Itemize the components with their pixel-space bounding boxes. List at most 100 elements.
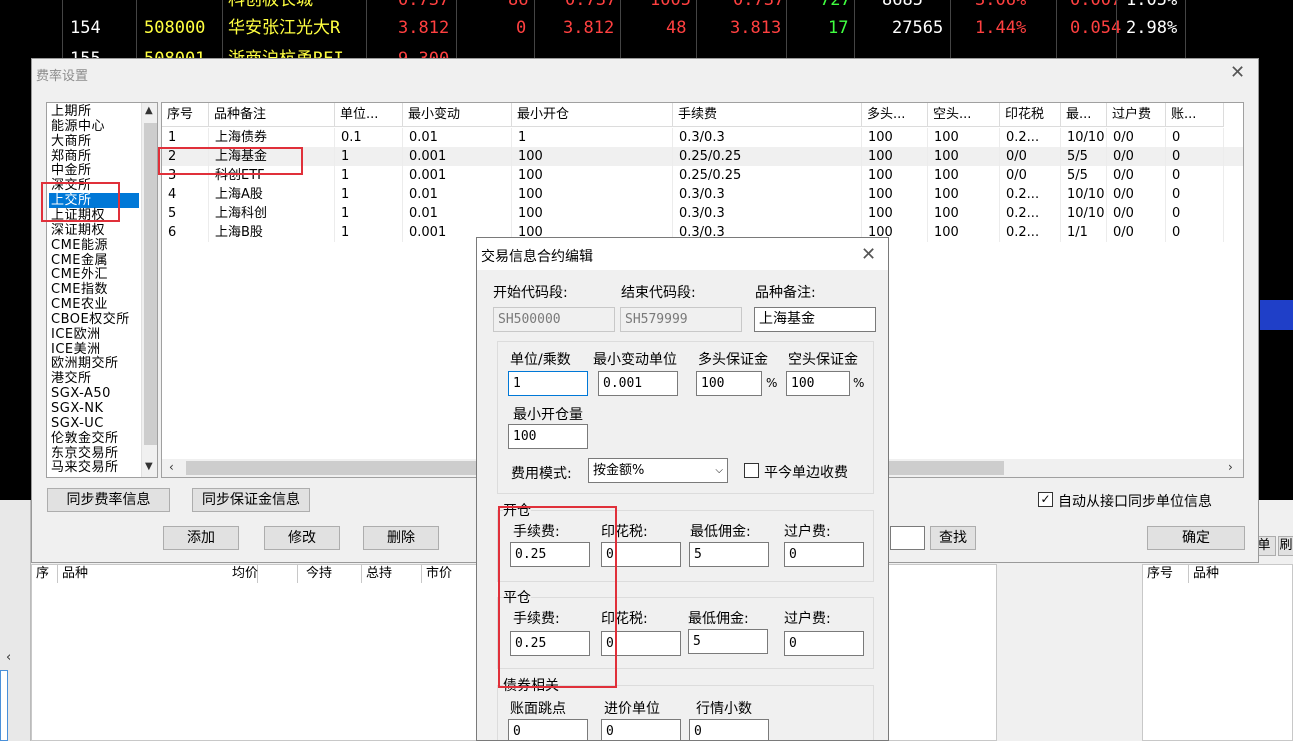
table-cell: 0.2... bbox=[1000, 223, 1061, 242]
table-cell: 0 bbox=[1166, 166, 1224, 185]
exchange-item[interactable]: 上交所 bbox=[49, 193, 139, 209]
min-tick-field[interactable]: 0.001 bbox=[598, 371, 678, 396]
column-header[interactable]: 均价 bbox=[228, 565, 298, 583]
exchange-item[interactable]: 深交所 bbox=[51, 178, 92, 193]
exchange-item[interactable]: 东京交易所 bbox=[51, 446, 119, 461]
exchange-item[interactable]: 中金所 bbox=[51, 163, 92, 178]
close-icon[interactable]: ✕ bbox=[861, 246, 876, 264]
open-fee-field[interactable]: 0.25 bbox=[510, 542, 590, 567]
exchange-item[interactable]: CME能源 bbox=[51, 238, 108, 253]
refresh-button[interactable]: 刷 bbox=[1278, 536, 1293, 556]
scroll-down-icon[interactable]: ▼ bbox=[145, 461, 153, 472]
end-code-field[interactable]: SH579999 bbox=[620, 307, 742, 332]
column-header[interactable]: 今持 bbox=[302, 565, 362, 583]
list-scrollbar[interactable]: ▲ ▼ bbox=[141, 103, 157, 477]
close-icon[interactable]: ✕ bbox=[1230, 64, 1245, 82]
grid-line bbox=[696, 0, 697, 60]
column-header[interactable]: 最... bbox=[1061, 103, 1107, 127]
min-open-field[interactable]: 100 bbox=[508, 424, 588, 449]
close-today-label: 平今单边收费 bbox=[764, 465, 848, 481]
close-fee-field[interactable]: 0.25 bbox=[510, 631, 590, 656]
exchange-list[interactable]: 上期所 能源中心 大商所 郑商所 中金所 深交所 上交所 上证期权 深证期权 CME能源 CME金属… bbox=[46, 102, 158, 478]
column-header[interactable]: 序 bbox=[32, 565, 58, 583]
add-button[interactable]: 添加 bbox=[163, 526, 239, 550]
exchange-item[interactable]: SGX-A50 bbox=[51, 386, 111, 401]
exchange-item[interactable]: 上证期权 bbox=[51, 208, 105, 223]
start-code-field[interactable]: SH500000 bbox=[493, 307, 615, 332]
exchange-item[interactable]: SGX-UC bbox=[51, 416, 104, 431]
sync-margin-button[interactable]: 同步保证金信息 bbox=[192, 488, 310, 512]
delete-button[interactable]: 删除 bbox=[363, 526, 439, 550]
exchange-item[interactable]: 港交所 bbox=[51, 371, 92, 386]
scroll-left-icon[interactable]: ‹ bbox=[169, 460, 174, 474]
exchange-item[interactable]: SGX-NK bbox=[51, 401, 104, 416]
column-header[interactable]: 总持 bbox=[362, 565, 422, 583]
quote-decimals-field[interactable]: 0 bbox=[689, 719, 769, 740]
exchange-item[interactable]: CME金属 bbox=[51, 253, 108, 268]
close-today-checkbox[interactable] bbox=[744, 463, 759, 478]
face-tick-field[interactable]: 0 bbox=[508, 719, 588, 740]
sync-fee-button[interactable]: 同步费率信息 bbox=[47, 488, 170, 512]
column-header[interactable]: 账... bbox=[1166, 103, 1224, 127]
column-header[interactable]: 手续费 bbox=[673, 103, 862, 127]
table-cell: 0.1 bbox=[335, 128, 403, 147]
exchange-item[interactable]: 伦敦金交所 bbox=[51, 431, 119, 446]
column-header[interactable]: 品种 bbox=[1189, 565, 1293, 583]
exchange-item[interactable]: 大商所 bbox=[51, 134, 92, 149]
exchange-item[interactable]: 上期所 bbox=[51, 104, 92, 119]
close-stamp-field[interactable]: 0 bbox=[601, 631, 681, 656]
close-min-comm-field[interactable]: 5 bbox=[688, 629, 768, 654]
column-header[interactable]: 序号 bbox=[1143, 565, 1189, 583]
modify-button[interactable]: 修改 bbox=[264, 526, 340, 550]
find-button[interactable]: 查找 bbox=[930, 526, 976, 550]
short-margin-field[interactable]: 100 bbox=[786, 371, 850, 396]
search-input[interactable] bbox=[890, 526, 925, 550]
column-header[interactable]: 市价 bbox=[422, 565, 478, 583]
column-header[interactable]: 最小变动 bbox=[403, 103, 512, 127]
unit-field[interactable]: 1 bbox=[508, 371, 588, 396]
auto-sync-checkbox[interactable]: ✓ bbox=[1038, 492, 1053, 507]
quote-row[interactable]: 154 508000 华安张江光大R 3.812 0 3.812 48 3.81… bbox=[0, 14, 1293, 43]
long-margin-field[interactable]: 100 bbox=[696, 371, 762, 396]
column-header[interactable]: 单位... bbox=[335, 103, 403, 127]
exchange-item[interactable]: CME指数 bbox=[51, 282, 108, 297]
open-min-comm-field[interactable]: 5 bbox=[689, 542, 769, 567]
column-header[interactable]: 序号 bbox=[162, 103, 209, 127]
exchange-item[interactable]: CME外汇 bbox=[51, 267, 108, 282]
table-row[interactable]: 1 上海债券 0.1 0.01 1 0.3/0.3 100 100 0.2... 10/10 0/0… bbox=[162, 128, 1243, 147]
column-header[interactable]: 过户费 bbox=[1107, 103, 1166, 127]
table-cell: 1 bbox=[335, 147, 403, 166]
exchange-item[interactable]: ICE美洲 bbox=[51, 342, 101, 357]
table-row[interactable]: 2 上海基金 1 0.001 100 0.25/0.25 100 100 0/0 5/5 0/0 0 bbox=[162, 147, 1243, 166]
column-header[interactable]: 多头... bbox=[862, 103, 928, 127]
exchange-item[interactable]: ICE欧洲 bbox=[51, 327, 101, 342]
open-transfer-field[interactable]: 0 bbox=[784, 542, 864, 567]
column-header[interactable]: 空头... bbox=[928, 103, 1000, 127]
column-header[interactable]: 印花税 bbox=[1000, 103, 1061, 127]
scroll-up-icon[interactable]: ▲ bbox=[145, 105, 153, 116]
exchange-item[interactable]: 深证期权 bbox=[51, 223, 105, 238]
exchange-item[interactable]: 能源中心 bbox=[51, 119, 105, 134]
exchange-item[interactable]: 马来交易所 bbox=[51, 460, 119, 475]
remark-field[interactable]: 上海基金 bbox=[754, 307, 876, 332]
table-row[interactable]: 4 上海A股 1 0.01 100 0.3/0.3 100 100 0.2... 10/10 0/0… bbox=[162, 185, 1243, 204]
exchange-item[interactable]: CBOE权交所 bbox=[51, 312, 130, 327]
exchange-item[interactable]: CME农业 bbox=[51, 297, 108, 312]
side-tab[interactable] bbox=[0, 670, 8, 741]
scroll-right-icon[interactable]: › bbox=[1228, 460, 1233, 474]
collapse-arrow-icon[interactable]: ‹ bbox=[6, 650, 11, 665]
open-stamp-field[interactable]: 0 bbox=[601, 542, 681, 567]
exchange-item[interactable]: 郑商所 bbox=[51, 149, 92, 164]
table-cell: 上海债券 bbox=[209, 128, 335, 147]
scroll-thumb[interactable] bbox=[144, 123, 157, 445]
exchange-item[interactable]: 欧洲期交所 bbox=[51, 356, 119, 371]
close-transfer-field[interactable]: 0 bbox=[784, 631, 864, 656]
column-header[interactable]: 最小开仓 bbox=[512, 103, 673, 127]
table-row[interactable]: 5 上海科创 1 0.01 100 0.3/0.3 100 100 0.2... 10/10 0/0… bbox=[162, 204, 1243, 223]
ok-button[interactable]: 确定 bbox=[1147, 526, 1245, 550]
table-row[interactable]: 3 科创ETF 1 0.001 100 0.25/0.25 100 100 0/0 5/5 0/0 0 bbox=[162, 166, 1243, 185]
column-header[interactable]: 品种备注 bbox=[209, 103, 335, 127]
quote-bid: 3.812 bbox=[563, 18, 615, 38]
price-unit-field[interactable]: 0 bbox=[601, 719, 681, 740]
fee-mode-select[interactable]: 按金额% ⌵ bbox=[588, 458, 728, 483]
